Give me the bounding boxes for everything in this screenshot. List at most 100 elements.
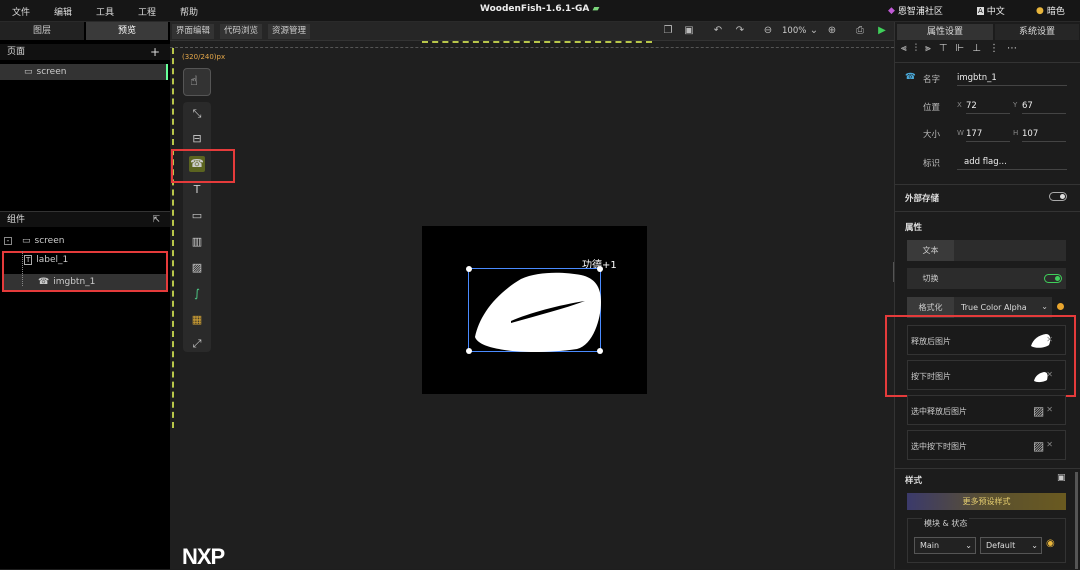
tree-item-screen[interactable]: - ▭ screen xyxy=(4,236,64,246)
external-storage-toggle[interactable] xyxy=(1049,192,1067,201)
distribute-v-icon[interactable]: ⋯ xyxy=(1007,43,1017,59)
part-state-group: 模块 & 状态 Main ⌄ Default ⌄ ◉ xyxy=(907,518,1066,563)
pages-header-label: 页面 xyxy=(7,47,26,57)
flag-input[interactable]: add flag... xyxy=(957,157,1067,170)
more-styles-button[interactable]: 更多预设样式 xyxy=(907,493,1066,510)
resize-handle[interactable] xyxy=(466,266,472,272)
state-select-value: Default xyxy=(986,541,1016,550)
format-info-dot[interactable] xyxy=(1057,303,1064,310)
app-title: WoodenFish-1.6.1-GA ▰ xyxy=(480,4,599,14)
format-select[interactable]: True Color Alpha xyxy=(961,303,1027,312)
imgbtn-selection[interactable] xyxy=(466,266,603,354)
name-input[interactable]: imgbtn_1 xyxy=(957,73,1067,86)
folder-icon: ▰ xyxy=(592,4,600,14)
community-label: 恩智浦社区 xyxy=(897,7,943,17)
tab-properties[interactable]: 属性设置 xyxy=(897,24,993,40)
switch-toggle[interactable] xyxy=(1044,274,1062,283)
text-row[interactable]: 文本 xyxy=(907,240,1066,261)
zoom-out-icon[interactable]: ⊖ xyxy=(762,25,774,37)
w-label: W xyxy=(957,129,964,137)
paste-icon[interactable]: ▣ xyxy=(683,25,695,37)
image-placeholder-icon: ▨ xyxy=(1033,439,1045,453)
monitor-icon: ▭ xyxy=(24,67,33,77)
canvas-size-label: (320/240)px xyxy=(182,53,226,61)
collapse-arrows-icon[interactable]: ⤡ xyxy=(189,106,205,122)
highlight-box xyxy=(885,315,1076,397)
part-select[interactable]: Main ⌄ xyxy=(914,537,976,554)
scrollbar[interactable] xyxy=(1075,472,1078,569)
align-bottom-icon[interactable]: ⊥ xyxy=(972,43,981,59)
h-input[interactable]: 107 xyxy=(1022,129,1066,142)
menu-edit[interactable]: 编辑 xyxy=(54,5,72,18)
expand-arrows-icon[interactable]: ⤢ xyxy=(189,336,205,352)
editor-toolbar: 界面编辑 代码浏览 资源管理 ❐ ▣ ↶ ↷ ⊖ 100% ⌄ ⊕ ⎙ ▶ xyxy=(170,22,894,41)
menu-tools[interactable]: 工具 xyxy=(96,5,114,18)
monitor-icon: ▭ xyxy=(22,236,31,246)
line-widget-icon[interactable]: ∫ xyxy=(189,286,205,302)
tab-preview[interactable]: 预览 xyxy=(86,22,168,40)
chevron-down-icon[interactable]: ⌄ xyxy=(1041,302,1048,311)
y-label: Y xyxy=(1013,101,1018,109)
export-icon[interactable]: ⎙ xyxy=(854,25,866,37)
label-widget-icon[interactable]: T xyxy=(189,182,205,198)
language-icon: A xyxy=(977,6,984,15)
add-page-icon[interactable]: + xyxy=(150,44,160,60)
external-link-icon[interactable]: ⇱ xyxy=(152,212,160,228)
tab-code-view[interactable]: 代码浏览 xyxy=(220,24,263,39)
community-link[interactable]: ◆ 恩智浦社区 xyxy=(888,4,943,18)
y-input[interactable]: 67 xyxy=(1022,101,1066,114)
align-right-icon[interactable]: ⫸ xyxy=(925,43,931,59)
widget-palette: ⤡ ⊟ ☎ T ▭ ▥ ▨ ∫ ▦ ⤢ xyxy=(183,102,211,352)
divider xyxy=(895,184,1080,185)
h-label: H xyxy=(1013,129,1019,137)
checked-pressed-image-label: 选中按下时图片 xyxy=(911,442,967,451)
language-label: 中文 xyxy=(986,7,1005,17)
redo-icon[interactable]: ↷ xyxy=(734,25,746,37)
resize-handle[interactable] xyxy=(597,266,603,272)
highlight-box xyxy=(171,149,235,183)
copy-icon[interactable]: ❐ xyxy=(662,25,674,37)
distribute-h-icon[interactable]: ⋮ xyxy=(989,43,999,59)
zoom-level[interactable]: 100% xyxy=(782,26,806,36)
menu-project[interactable]: 工程 xyxy=(138,5,156,18)
menu-help[interactable]: 帮助 xyxy=(180,5,198,18)
resize-handle[interactable] xyxy=(466,348,472,354)
zoom-in-icon[interactable]: ⊕ xyxy=(826,25,838,37)
tab-resources[interactable]: 资源管理 xyxy=(268,24,311,39)
right-panel: 属性设置 系统设置 ⫷ ⫶ ⫸ ⊤ ⊩ ⊥ ⋮ ⋯ ☎ 名字 imgbtn_1 … xyxy=(885,22,1080,569)
collapse-icon[interactable]: - xyxy=(4,237,12,245)
w-input[interactable]: 177 xyxy=(966,129,1010,142)
menu-file[interactable]: 文件 xyxy=(12,5,30,18)
switch-row[interactable]: 切换 xyxy=(907,268,1066,289)
language-button[interactable]: A 中文 xyxy=(977,4,1005,17)
qrcode-widget-icon[interactable]: ▦ xyxy=(189,312,205,328)
remove-image-icon[interactable]: ✕ xyxy=(1046,440,1053,449)
tab-system-settings[interactable]: 系统设置 xyxy=(995,24,1079,40)
play-icon[interactable]: ▶ xyxy=(876,25,888,37)
page-item-screen[interactable]: ▭ screen xyxy=(0,64,168,80)
image-widget-icon[interactable]: ▨ xyxy=(189,260,205,276)
tab-ui-editor[interactable]: 界面编辑 xyxy=(172,24,215,39)
checked-released-image-row[interactable]: 选中释放后图片 ▨ ✕ xyxy=(907,395,1066,425)
align-middle-v-icon[interactable]: ⊩ xyxy=(956,43,965,59)
align-center-h-icon[interactable]: ⫶ xyxy=(915,43,918,59)
align-left-icon[interactable]: ⫷ xyxy=(901,43,907,59)
textarea-widget-icon[interactable]: ▭ xyxy=(189,208,205,224)
part-select-value: Main xyxy=(920,541,940,550)
screen-canvas[interactable]: 功德+1 xyxy=(422,226,647,394)
remove-image-icon[interactable]: ✕ xyxy=(1046,405,1053,414)
undo-icon[interactable]: ↶ xyxy=(712,25,724,37)
checked-pressed-image-row[interactable]: 选中按下时图片 ▨ ✕ xyxy=(907,430,1066,460)
theme-button[interactable]: ● 暗色 xyxy=(1036,4,1065,18)
state-select[interactable]: Default ⌄ xyxy=(980,537,1042,554)
align-top-icon[interactable]: ⊤ xyxy=(939,43,948,59)
resize-handle[interactable] xyxy=(597,348,603,354)
chart-widget-icon[interactable]: ▥ xyxy=(189,234,205,250)
tab-layers[interactable]: 图层 xyxy=(0,22,84,40)
save-style-icon[interactable]: ▣ xyxy=(1057,473,1066,483)
chevron-down-icon[interactable]: ⌄ xyxy=(808,25,820,37)
eye-icon[interactable]: ◉ xyxy=(1046,538,1055,549)
x-input[interactable]: 72 xyxy=(966,101,1010,114)
pointer-tool[interactable]: ☝ xyxy=(183,68,211,96)
button-widget-icon[interactable]: ⊟ xyxy=(189,131,205,147)
